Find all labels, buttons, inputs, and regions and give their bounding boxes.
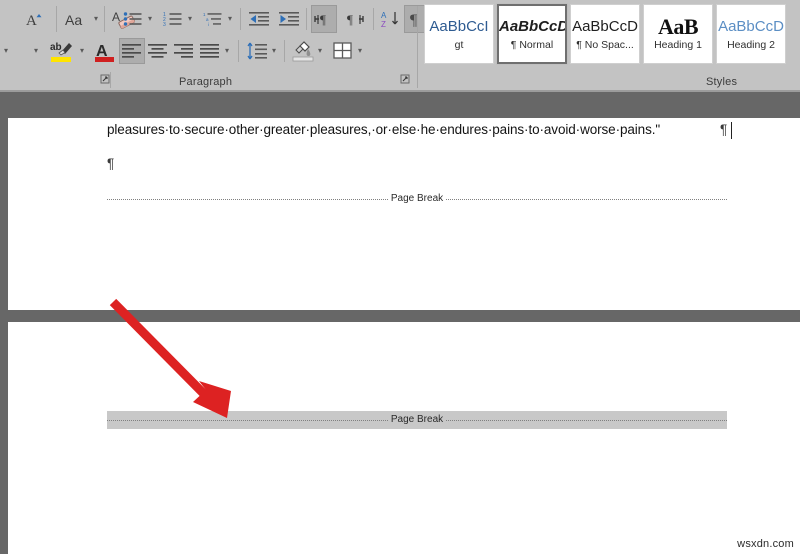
word-window: A Aa ▾ A ▾ ▾ ab ▾ A ▾ 1 2 3 ▾ 1 a i ▾ ¶ … <box>0 0 800 554</box>
page-break-1[interactable]: Page Break <box>107 192 728 206</box>
styles-group-label: Styles <box>706 76 738 88</box>
sort-button[interactable]: A Z <box>378 6 404 32</box>
svg-text:A: A <box>381 11 387 20</box>
svg-text:Z: Z <box>381 20 386 28</box>
style-preview: AaBbCcI <box>429 18 489 35</box>
align-center-button[interactable] <box>145 38 171 64</box>
line-spacing-caret-icon[interactable]: ▾ <box>272 47 276 55</box>
font-size-caret-icon[interactable]: ▾ <box>4 47 8 55</box>
document-page-2[interactable]: Page Break <box>8 322 800 554</box>
ribbon: A Aa ▾ A ▾ ▾ ab ▾ A ▾ 1 2 3 ▾ 1 a i ▾ ¶ … <box>0 0 800 92</box>
style-label: ¶ Normal <box>510 39 554 51</box>
align-right-icon <box>174 44 193 58</box>
align-center-icon <box>148 44 167 58</box>
align-right-button[interactable] <box>171 38 197 64</box>
paragraph-dialog-launcher[interactable] <box>400 74 411 85</box>
style-preview: AaBbCcD <box>572 18 638 35</box>
change-case-icon: Aa <box>65 12 82 28</box>
page-break-rule-left <box>107 198 388 200</box>
left-to-right-text-direction-icon: ¶ <box>314 12 326 27</box>
align-left-button[interactable] <box>119 38 145 64</box>
text-highlight-color-icon: ab <box>50 42 72 62</box>
body-paragraph-text[interactable]: pleasures·to·secure·other·greater·pleasu… <box>107 122 660 137</box>
decrease-indent-icon <box>248 12 269 26</box>
left-to-right-text-direction-button[interactable]: ¶ <box>311 5 337 33</box>
change-case-caret-icon[interactable]: ▾ <box>94 15 98 23</box>
decrease-indent-button[interactable] <box>246 6 272 32</box>
svg-text:Aa: Aa <box>65 12 82 28</box>
text-cursor <box>731 122 732 139</box>
style-card-gt[interactable]: AaBbCcI gt <box>424 4 494 64</box>
page-break-rule-right <box>446 198 728 200</box>
font-color-icon: A <box>95 43 114 62</box>
style-preview: AaB <box>657 17 699 37</box>
style-label: gt <box>454 39 464 51</box>
style-card-heading-1[interactable]: AaB Heading 1 <box>643 4 713 64</box>
svg-text:ab: ab <box>50 42 62 53</box>
right-to-left-text-direction-icon: ¶ <box>347 12 364 27</box>
svg-text:¶: ¶ <box>347 12 353 27</box>
line-and-paragraph-spacing-button[interactable] <box>244 38 270 64</box>
empty-paragraph-mark: ¶ <box>107 156 115 171</box>
increase-indent-button[interactable] <box>276 6 302 32</box>
document-page-1[interactable]: pleasures·to·secure·other·greater·pleasu… <box>8 118 800 310</box>
numbering-button[interactable]: 1 2 3 <box>160 6 186 32</box>
multilevel-list-button[interactable]: 1 a i <box>200 6 226 32</box>
borders-icon <box>333 42 352 59</box>
sort-icon: A Z <box>381 11 398 28</box>
dialog-launcher-icon <box>400 74 410 84</box>
style-preview: AaBbCcD <box>499 18 565 35</box>
shading-icon <box>292 41 314 62</box>
borders-button[interactable] <box>330 38 356 64</box>
borders-caret-icon[interactable]: ▾ <box>358 47 362 55</box>
svg-text:A: A <box>112 10 120 24</box>
show-formatting-marks-icon: ¶ <box>410 12 418 28</box>
body-paragraph-mark: ¶ <box>720 122 728 137</box>
increase-font-size-button[interactable]: A <box>22 6 48 32</box>
svg-text:A: A <box>26 13 37 28</box>
bullets-icon <box>123 12 142 26</box>
text-highlight-color-caret-icon[interactable]: ▾ <box>80 47 84 55</box>
document-canvas[interactable]: pleasures·to·secure·other·greater·pleasu… <box>0 92 800 554</box>
right-to-left-text-direction-button[interactable]: ¶ <box>343 5 369 33</box>
paragraph-group-label: Paragraph <box>179 76 233 88</box>
numbering-icon: 1 2 3 <box>163 12 182 27</box>
svg-text:3: 3 <box>163 22 166 27</box>
style-card-heading-2[interactable]: AaBbCcD Heading 2 <box>716 4 786 64</box>
page-break-rule-left <box>107 419 388 421</box>
page-break-label: Page Break <box>390 414 444 425</box>
increase-font-size-icon: A <box>26 13 42 28</box>
justify-icon <box>200 44 219 58</box>
watermark: wsxdn.com <box>737 538 794 550</box>
style-card-normal[interactable]: AaBbCcD ¶ Normal <box>496 3 568 65</box>
bullets-button[interactable] <box>120 6 146 32</box>
multilevel-list-icon: 1 a i <box>203 12 222 27</box>
increase-indent-icon <box>278 12 299 26</box>
multilevel-list-caret-icon[interactable]: ▾ <box>228 15 232 23</box>
style-label: Heading 2 <box>727 39 775 51</box>
style-label: ¶ No Spac... <box>576 39 634 51</box>
page-break-2[interactable]: Page Break <box>107 411 728 429</box>
line-and-paragraph-spacing-icon <box>247 42 267 60</box>
page-break-rule-right <box>446 419 728 421</box>
bullets-caret-icon[interactable]: ▾ <box>148 15 152 23</box>
justify-button[interactable] <box>197 38 223 64</box>
style-label: Heading 1 <box>654 39 702 51</box>
numbering-caret-icon[interactable]: ▾ <box>188 15 192 23</box>
change-case-button[interactable]: Aa <box>62 6 92 32</box>
page-break-label: Page Break <box>390 193 444 204</box>
shading-caret-icon[interactable]: ▾ <box>318 47 322 55</box>
svg-text:i: i <box>208 22 209 27</box>
style-card-no-spacing[interactable]: AaBbCcD ¶ No Spac... <box>570 4 640 64</box>
style-preview: AaBbCcD <box>718 18 784 35</box>
svg-text:¶: ¶ <box>320 12 326 27</box>
text-highlight-color-button[interactable]: ab <box>48 38 76 64</box>
align-left-icon <box>122 44 141 58</box>
justify-caret-icon[interactable]: ▾ <box>225 47 229 55</box>
underline-caret-icon[interactable]: ▾ <box>34 47 38 55</box>
styles-gallery[interactable]: AaBbCcI gt AaBbCcD ¶ Normal AaBbCcD ¶ No… <box>424 3 796 66</box>
font-color-button[interactable]: A <box>92 38 118 64</box>
shading-button[interactable] <box>290 38 316 64</box>
